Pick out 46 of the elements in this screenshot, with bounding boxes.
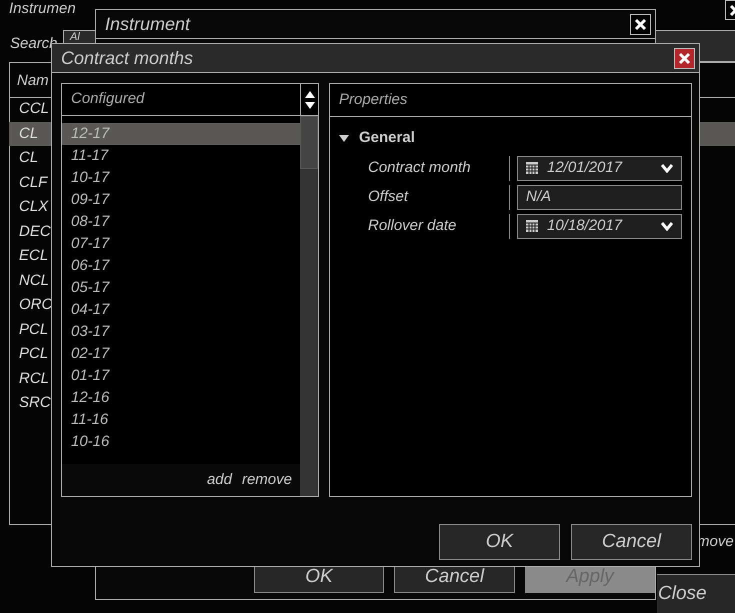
- panel-header: Configured: [71, 89, 144, 110]
- close-icon: [634, 18, 647, 30]
- ok-button[interactable]: OK: [439, 524, 560, 560]
- list-item[interactable]: 12-16: [62, 387, 300, 409]
- close-button[interactable]: [674, 48, 695, 68]
- add-link[interactable]: add: [206, 468, 232, 492]
- scroll-down-icon[interactable]: [304, 102, 314, 108]
- list-item[interactable]: 11-17: [62, 145, 300, 167]
- date-picker[interactable]: 10/18/2017: [517, 214, 682, 238]
- text-field[interactable]: N/A: [517, 184, 682, 210]
- close-icon: [678, 52, 691, 64]
- list-item[interactable]: 02-17: [62, 343, 300, 365]
- expand-icon[interactable]: [339, 134, 349, 142]
- window-title: Instrument: [105, 12, 190, 36]
- list-item[interactable]: 11-16: [62, 409, 300, 431]
- list-item[interactable]: 12-17: [62, 123, 300, 145]
- close-button[interactable]: Close: [657, 574, 735, 613]
- cancel-button[interactable]: Cancel: [571, 524, 692, 560]
- column-header: Nam: [17, 71, 49, 91]
- property-label: Rollover date: [368, 216, 456, 236]
- list-item[interactable]: 03-17: [62, 321, 300, 343]
- list-item[interactable]: 05-17: [62, 277, 300, 299]
- calendar-icon: [526, 162, 538, 174]
- list-item[interactable]: 10-16: [62, 431, 300, 453]
- list-item[interactable]: 06-17: [62, 255, 300, 277]
- scrollbar[interactable]: [300, 116, 318, 496]
- list-item[interactable]: 01-17: [62, 365, 300, 387]
- list-item[interactable]: 09-17: [62, 189, 300, 211]
- list-item[interactable]: 04-17: [62, 299, 300, 321]
- calendar-icon: [526, 220, 538, 232]
- date-value: 12/01/2017: [546, 158, 624, 178]
- panel-header: Properties: [339, 90, 408, 110]
- dialog-title: Contract months: [61, 46, 194, 70]
- close-button[interactable]: [630, 14, 651, 34]
- window-title: Instrumen: [9, 0, 76, 17]
- list-item[interactable]: 08-17: [62, 211, 300, 233]
- list-item[interactable]: 07-17: [62, 233, 300, 255]
- group-label: General: [359, 128, 415, 148]
- date-picker[interactable]: 12/01/2017: [517, 156, 682, 180]
- date-value: 10/18/2017: [546, 216, 624, 236]
- dropdown-icon[interactable]: [661, 164, 673, 172]
- remove-link[interactable]: remove: [242, 468, 292, 492]
- dropdown-icon[interactable]: [661, 222, 673, 230]
- property-label: Offset: [368, 186, 408, 207]
- property-label: Contract month: [368, 158, 471, 178]
- list-item[interactable]: 10-17: [62, 167, 300, 189]
